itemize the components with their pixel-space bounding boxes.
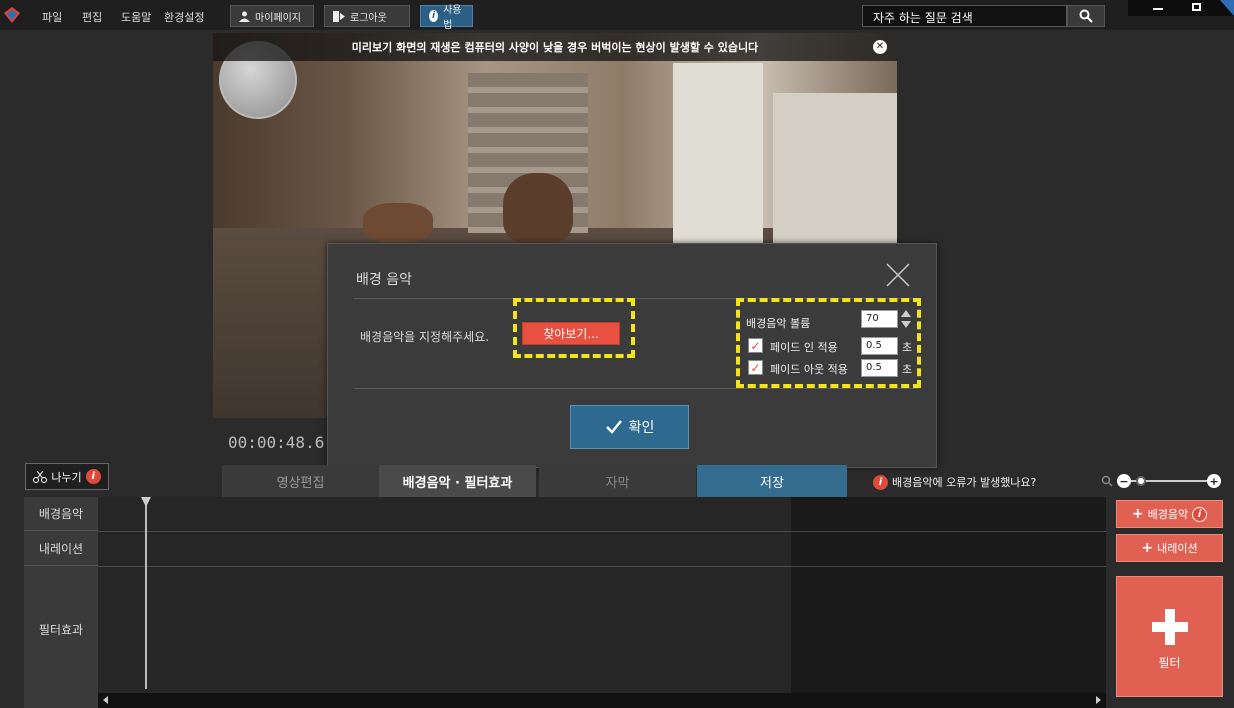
check-icon bbox=[605, 420, 622, 434]
ok-label: 확인 bbox=[628, 420, 655, 436]
tab-subtitle[interactable]: 자막 bbox=[539, 465, 696, 497]
tab-save[interactable]: 저장 bbox=[697, 465, 847, 497]
divider bbox=[354, 388, 918, 389]
menu-settings[interactable]: 환경설정 bbox=[164, 9, 204, 25]
preview-dog bbox=[363, 203, 433, 243]
unit-label: 초 bbox=[902, 341, 913, 354]
zoom-in-icon[interactable]: + bbox=[1207, 474, 1221, 488]
close-icon[interactable]: ✕ bbox=[873, 40, 887, 54]
bgm-dialog: 배경 음악 배경음악을 지정해주세요. 찾아보기... 배경음악 볼륨 70 ✓… bbox=[327, 243, 937, 468]
fade-out-label: 페이드 아웃 적용 bbox=[770, 363, 848, 376]
top-bar: 파일 편집 도움말 환경설정 마이페이지 로그아웃 i 사용법 자주 하는 질문… bbox=[0, 0, 1234, 31]
error-link-label: 배경음악에 오류가 발생했나요? bbox=[892, 476, 1037, 489]
ok-button[interactable]: 확인 bbox=[570, 405, 689, 449]
user-icon bbox=[239, 11, 250, 22]
fade-out-checkbox[interactable]: ✓ bbox=[748, 360, 763, 375]
logout-icon bbox=[333, 10, 345, 22]
search-icon bbox=[1101, 475, 1113, 487]
add-narration-button[interactable]: + 내레이션 bbox=[1116, 534, 1223, 562]
fade-in-checkbox[interactable]: ✓ bbox=[748, 338, 763, 353]
timeline-scrollbar[interactable] bbox=[98, 693, 1106, 708]
track-label-bgm: 배경음악 bbox=[24, 497, 98, 531]
bgm-error-link[interactable]: i 배경음악에 오류가 발생했나요? bbox=[873, 474, 1036, 490]
timeline[interactable] bbox=[98, 497, 1106, 693]
tab-bgm-filter[interactable]: 배경음악 · 필터효과 bbox=[379, 465, 536, 497]
fade-in-label: 페이드 인 적용 bbox=[770, 341, 838, 354]
plus-icon: + bbox=[1131, 506, 1144, 522]
info-icon[interactable]: i bbox=[1192, 506, 1208, 522]
maximize-icon[interactable] bbox=[1192, 3, 1201, 11]
menu-file[interactable]: 파일 bbox=[42, 9, 62, 25]
close-icon[interactable] bbox=[885, 262, 911, 288]
spin-down-icon[interactable] bbox=[901, 321, 911, 328]
mypage-label: 마이페이지 bbox=[255, 12, 301, 24]
timeline-empty-region bbox=[791, 497, 1106, 693]
bgm-prompt: 배경음악을 지정해주세요. bbox=[360, 330, 490, 344]
fade-out-input[interactable]: 0.5 bbox=[861, 359, 898, 377]
preview-banner: 미리보기 화면의 재생은 컴퓨터의 사양이 낮을 경우 버벅이는 현상이 발생할… bbox=[213, 33, 897, 61]
info-icon: i bbox=[873, 474, 888, 490]
logout-button[interactable]: 로그아웃 bbox=[324, 5, 410, 27]
add-bgm-button[interactable]: + 배경음악 i bbox=[1116, 500, 1223, 528]
playhead-handle[interactable] bbox=[141, 497, 151, 507]
window-controls bbox=[1128, 0, 1234, 16]
add-narration-label: 내레이션 bbox=[1157, 542, 1198, 555]
plus-icon: + bbox=[1141, 540, 1154, 556]
add-bgm-label: 배경음악 bbox=[1147, 508, 1189, 521]
track-labels: 배경음악 내레이션 필터효과 bbox=[24, 497, 98, 708]
plus-icon bbox=[1152, 609, 1188, 645]
info-icon: i bbox=[429, 10, 439, 22]
split-label: 나누기 bbox=[51, 470, 82, 484]
volume-spinner[interactable] bbox=[901, 310, 912, 328]
volume-label: 배경음악 볼륨 bbox=[746, 317, 811, 330]
scroll-left-icon[interactable] bbox=[103, 696, 108, 704]
search-icon bbox=[1079, 9, 1093, 23]
track-divider bbox=[98, 531, 1106, 532]
faq-search-input[interactable]: 자주 하는 질문 검색 bbox=[862, 5, 1067, 27]
scroll-right-icon[interactable] bbox=[1096, 696, 1101, 704]
preview-dog bbox=[503, 173, 573, 243]
add-filter-label: 필터 bbox=[1158, 656, 1181, 670]
menu-help[interactable]: 도움말 bbox=[121, 9, 151, 25]
find-file-button[interactable]: 찾아보기... bbox=[522, 322, 620, 345]
track-label-filter: 필터효과 bbox=[38, 623, 84, 637]
scissors-icon bbox=[33, 470, 48, 483]
spin-up-icon[interactable] bbox=[901, 310, 911, 317]
search-button[interactable] bbox=[1067, 5, 1105, 27]
split-button[interactable]: 나누기 i bbox=[25, 463, 109, 490]
unit-label: 초 bbox=[902, 363, 913, 376]
zoom-out-icon[interactable]: − bbox=[1117, 474, 1131, 488]
menu-edit[interactable]: 편집 bbox=[82, 9, 102, 25]
usage-label: 사용법 bbox=[443, 5, 462, 31]
track-divider bbox=[98, 566, 1106, 567]
dialog-title: 배경 음악 bbox=[356, 272, 412, 288]
volume-input[interactable]: 70 bbox=[861, 310, 898, 328]
playhead[interactable] bbox=[145, 497, 147, 689]
timecode: 00:00:48.6 bbox=[228, 433, 325, 452]
mypage-button[interactable]: 마이페이지 bbox=[230, 5, 314, 27]
app-logo-icon bbox=[4, 7, 20, 23]
zoom-control: − + bbox=[1101, 474, 1221, 488]
minimize-icon[interactable] bbox=[1153, 8, 1163, 10]
add-filter-button[interactable]: 필터 bbox=[1116, 576, 1223, 697]
zoom-slider-thumb[interactable] bbox=[1136, 476, 1146, 486]
track-label-narration: 내레이션 bbox=[24, 531, 98, 566]
info-icon[interactable]: i bbox=[85, 469, 101, 484]
usage-button[interactable]: i 사용법 bbox=[420, 5, 473, 31]
tab-video-edit[interactable]: 영상편집 bbox=[222, 465, 379, 497]
fade-in-input[interactable]: 0.5 bbox=[861, 337, 898, 355]
logout-label: 로그아웃 bbox=[350, 12, 387, 24]
